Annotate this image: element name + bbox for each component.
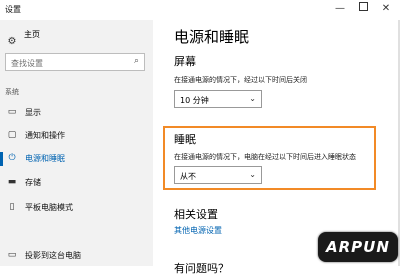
other-power-settings-link[interactable]: 其他电源设置: [174, 225, 222, 236]
sidebar-item-notifications[interactable]: ▢ 通知和操作: [0, 127, 153, 145]
sidebar-item-label: 通知和操作: [25, 131, 65, 140]
screen-description: 在接通电源的情况下，经过以下时间后关闭: [174, 76, 307, 84]
chevron-down-icon: ⌄: [249, 94, 256, 103]
tablet-icon: ▯: [9, 202, 15, 212]
questions-heading: 有问题吗？: [174, 262, 229, 275]
sidebar-item-label: 显示: [25, 108, 41, 117]
power-icon: ⏻: [8, 153, 16, 163]
search-icon[interactable]: ⌕: [134, 56, 139, 66]
minimize-button[interactable]: —: [330, 2, 350, 16]
section-label: 系统: [5, 88, 19, 96]
sidebar: ⚙ 主页 查找设置 ⌕ 系统 ▭ 显示 ▢ 通知和操作 ⏻ 电源和睡眠 ▬ 存储…: [0, 20, 153, 266]
gear-icon: ⚙: [7, 36, 17, 47]
storage-icon: ▬: [7, 177, 17, 187]
search-input[interactable]: 查找设置 ⌕: [5, 53, 145, 71]
screen-timeout-value: 10 分钟: [180, 96, 209, 105]
window-title: 设置: [5, 5, 21, 14]
page-title: 电源和睡眠: [174, 28, 250, 46]
maximize-icon: [358, 2, 368, 11]
title-bar: 设置 — ✕: [0, 0, 400, 20]
watermark-logo: ARPUN: [318, 232, 398, 262]
sidebar-home-label: 主页: [24, 30, 40, 39]
sidebar-item-projection[interactable]: ▭ 投影到这台电脑: [0, 247, 153, 265]
sleep-timeout-value: 从不: [180, 172, 196, 181]
related-settings-heading: 相关设置: [174, 208, 218, 221]
screen-timeout-dropdown[interactable]: 10 分钟 ⌄: [174, 90, 262, 108]
sidebar-item-label: 投影到这台电脑: [25, 251, 81, 260]
sidebar-item-label: 电源和睡眠: [25, 154, 65, 163]
sleep-timeout-dropdown[interactable]: 从不 ⌄: [174, 166, 262, 184]
sidebar-item-tablet-mode[interactable]: ▯ 平板电脑模式: [0, 199, 153, 217]
notification-icon: ▢: [7, 130, 17, 140]
sidebar-home[interactable]: ⚙ 主页: [7, 29, 40, 47]
sidebar-item-storage[interactable]: ▬ 存储: [0, 174, 153, 192]
sidebar-item-label: 平板电脑模式: [25, 203, 73, 212]
screen-heading: 屏幕: [174, 55, 196, 68]
sidebar-item-label: 存储: [25, 178, 41, 187]
watermark-text: ARPUN: [326, 238, 390, 256]
chevron-down-icon: ⌄: [249, 170, 256, 179]
sidebar-item-power-sleep[interactable]: ⏻ 电源和睡眠: [0, 150, 153, 168]
sleep-heading: 睡眠: [174, 133, 196, 146]
search-placeholder: 查找设置: [11, 59, 43, 68]
sidebar-item-display[interactable]: ▭ 显示: [0, 104, 153, 122]
maximize-button[interactable]: [353, 2, 373, 16]
projection-icon: ▭: [7, 250, 17, 260]
content-pane: 电源和睡眠 屏幕 在接通电源的情况下，经过以下时间后关闭 10 分钟 ⌄ 睡眠 …: [153, 20, 400, 275]
close-button[interactable]: ✕: [376, 2, 396, 16]
display-icon: ▭: [7, 107, 17, 117]
sleep-description: 在接通电源的情况下，电脑在经过以下时间后进入睡眠状态: [174, 153, 356, 161]
